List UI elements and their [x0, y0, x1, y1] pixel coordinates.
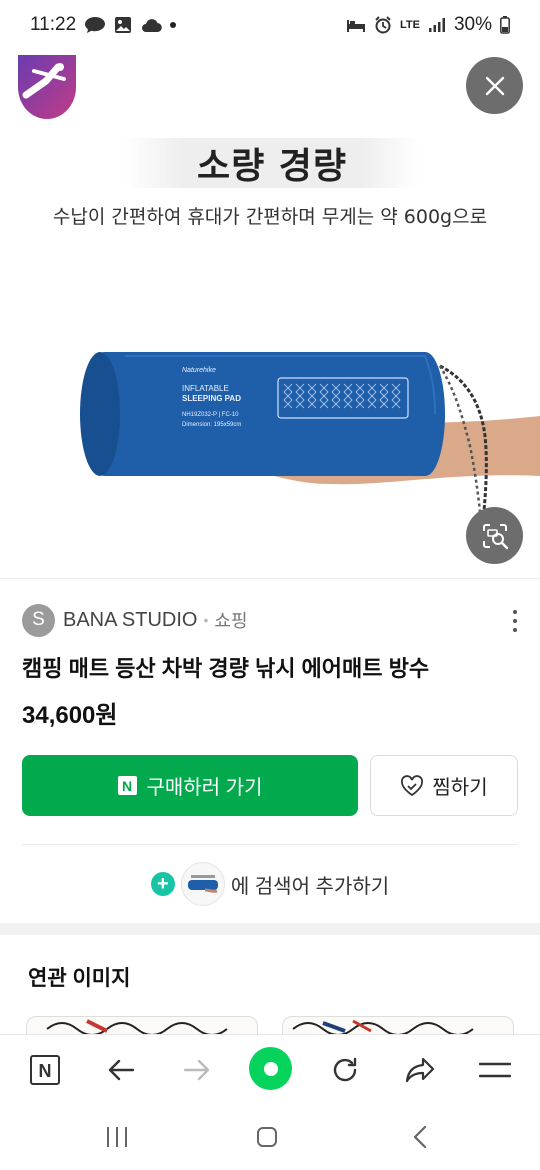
heart-check-icon	[401, 774, 424, 796]
naver-n-icon: N	[117, 776, 137, 795]
home-dot-icon	[263, 1061, 278, 1076]
alarm-icon	[375, 16, 391, 34]
promo-title-banner: 소량 경량	[124, 138, 420, 188]
related-images-strip	[0, 1016, 540, 1034]
menu-button[interactable]	[473, 1048, 517, 1092]
section-separator	[0, 923, 540, 935]
arrow-left-icon	[108, 1059, 135, 1081]
seller-separator: •	[203, 612, 209, 628]
arrow-right-icon	[183, 1059, 210, 1081]
status-time: 11:22	[30, 14, 77, 35]
product-image: Naturehike INFLATABLE SLEEPING PAD NH19Z…	[80, 352, 540, 546]
image-search-icon	[482, 523, 508, 549]
image-viewer: 소량 경량 수납이 간편하여 휴대가 간편하며 무게는 약 600g으로 Nat…	[0, 50, 540, 578]
status-right: LTE 30%	[346, 14, 510, 36]
notification-dot	[170, 22, 177, 28]
green-home-button[interactable]	[249, 1047, 292, 1090]
browser-toolbar: N	[0, 1034, 540, 1104]
app-logo[interactable]	[18, 55, 76, 121]
recent-apps-button[interactable]	[97, 1122, 137, 1152]
naver-n-icon: N	[30, 1055, 60, 1085]
share-arrow-icon	[405, 1057, 435, 1083]
add-search-keyword-button[interactable]: + 에 검색어 추가하기	[0, 861, 540, 907]
more-dot-icon	[513, 628, 517, 633]
close-button[interactable]	[466, 57, 523, 114]
bag-line2-text: SLEEPING PAD	[182, 394, 241, 403]
chevron-left-icon	[413, 1125, 427, 1149]
related-images-title: 연관 이미지	[28, 967, 131, 990]
home-square-icon	[257, 1127, 277, 1147]
chat-bubble-icon	[85, 17, 106, 33]
naver-n-label: N	[39, 1061, 52, 1081]
system-navigation-bar	[0, 1104, 540, 1170]
sleep-mode-icon	[347, 20, 365, 32]
battery-percent: 30%	[453, 14, 492, 35]
share-button[interactable]	[398, 1048, 442, 1092]
forward-button[interactable]	[175, 1048, 219, 1092]
product-thumbnail	[180, 862, 225, 906]
seller-name: BANA STUDIO	[63, 608, 198, 631]
close-icon	[485, 76, 504, 95]
buy-button[interactable]: N 구매하러 가기	[22, 755, 358, 816]
more-dot-icon	[513, 609, 517, 614]
cloud-icon	[142, 19, 162, 33]
product-info: S BANA STUDIO • 쇼핑 캠핑 매트 등산 차박 경량 낚시 에어매…	[0, 578, 540, 923]
more-dot-icon	[513, 618, 517, 623]
more-options-button[interactable]	[508, 607, 522, 635]
buy-button-label: 구매하러 가기	[146, 777, 263, 799]
network-type: LTE	[400, 18, 420, 31]
status-bar: 11:22 LTE 30%	[0, 0, 540, 50]
related-image-card[interactable]	[26, 1016, 258, 1034]
bag-dimension-text: Dimension: 195x59cm	[182, 422, 241, 428]
seller-row[interactable]: S BANA STUDIO • 쇼핑	[22, 603, 522, 637]
status-left: 11:22	[30, 14, 177, 36]
image-search-button[interactable]	[466, 507, 523, 564]
bag-brand-text: Naturehike	[182, 367, 216, 374]
related-image-card[interactable]	[282, 1016, 514, 1034]
zzim-button[interactable]: 찜하기	[370, 755, 518, 816]
battery-icon	[500, 16, 510, 34]
divider	[22, 844, 518, 845]
bag-model-text: NH19Z032-P | FC-10	[182, 412, 239, 418]
add-search-label: 에 검색어 추가하기	[230, 875, 390, 898]
back-button[interactable]	[99, 1048, 143, 1092]
product-title[interactable]: 캠핑 매트 등산 차박 경량 낚시 에어매트 방수	[22, 651, 429, 683]
seller-avatar: S	[22, 603, 55, 637]
recent-apps-icon	[107, 1127, 127, 1147]
promo-title: 소량 경량	[196, 146, 347, 187]
system-back-button[interactable]	[400, 1122, 440, 1152]
signal-icon	[428, 18, 445, 32]
gallery-icon	[115, 17, 132, 33]
home-button[interactable]	[247, 1122, 287, 1152]
refresh-button[interactable]	[323, 1048, 367, 1092]
zzim-button-label: 찜하기	[432, 777, 488, 799]
hamburger-menu-icon	[479, 1062, 511, 1078]
bag-line1-text: INFLATABLE	[182, 384, 229, 393]
product-price: 34,600원	[22, 702, 118, 729]
promo-subtitle: 수납이 간편하여 휴대가 간편하며 무게는 약 600g으로	[52, 206, 488, 228]
plus-icon: +	[150, 872, 175, 896]
seller-category: 쇼핑	[214, 611, 248, 631]
naver-home-button[interactable]: N	[23, 1048, 67, 1092]
refresh-icon	[333, 1057, 357, 1082]
